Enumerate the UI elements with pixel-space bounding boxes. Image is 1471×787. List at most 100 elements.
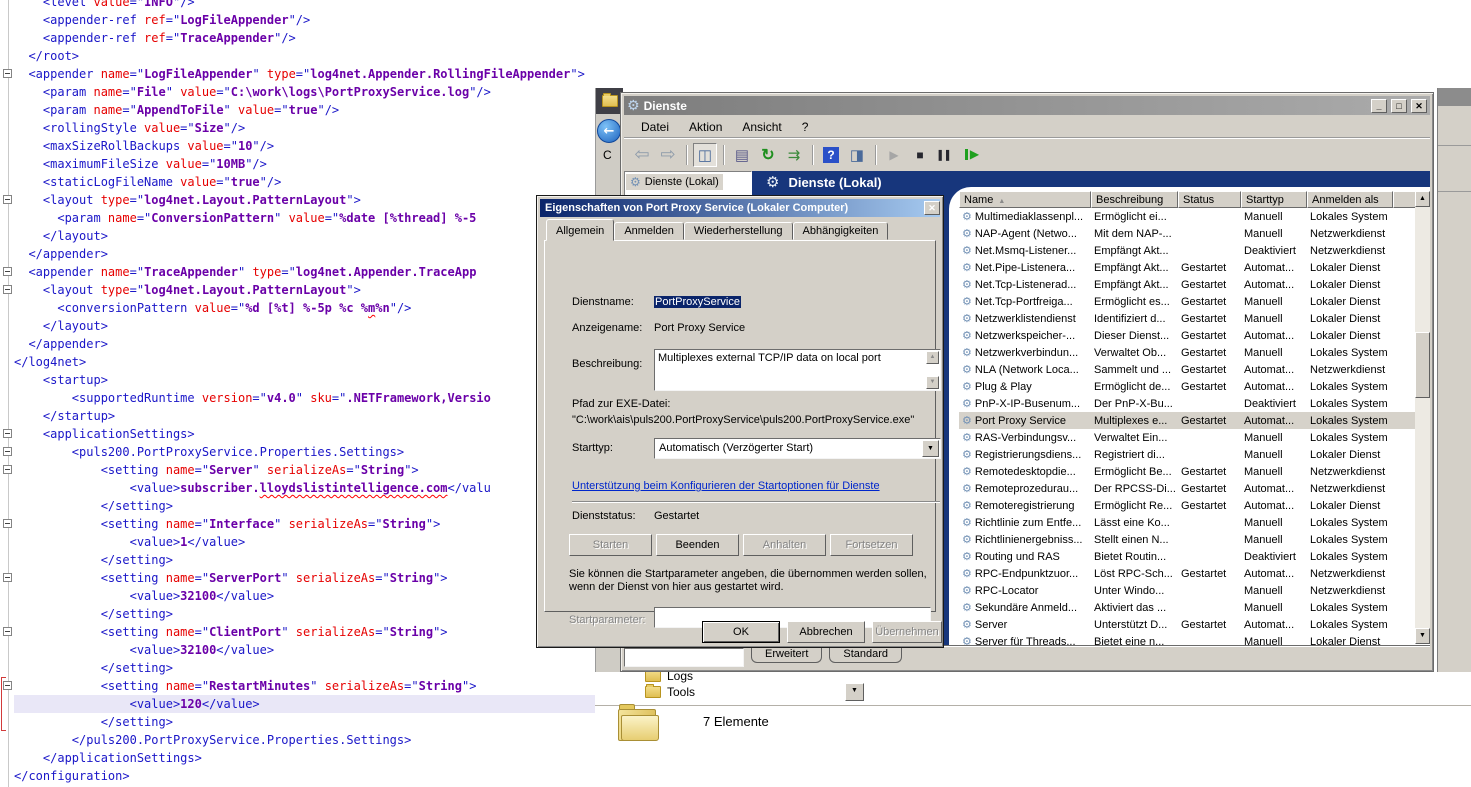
chevron-down-icon[interactable]: [922, 440, 939, 457]
fold-marker-icon[interactable]: [3, 429, 12, 438]
code-line[interactable]: <rollingStyle value="Size"/>: [14, 119, 595, 137]
code-line[interactable]: </startup>: [14, 407, 595, 425]
table-row[interactable]: ⚙Plug & PlayErmöglicht de...GestartetAut…: [959, 378, 1420, 395]
column-header-beschreibung[interactable]: Beschreibung: [1091, 191, 1178, 208]
code-line[interactable]: </appender>: [14, 335, 595, 353]
scroll-up-icon[interactable]: [926, 351, 939, 364]
table-row[interactable]: ⚙Routing und RASBietet Routin...Deaktivi…: [959, 548, 1420, 565]
tab-abhngigkeiten[interactable]: Abhängigkeiten: [793, 222, 889, 240]
tab-anmelden[interactable]: Anmelden: [614, 222, 684, 240]
table-row[interactable]: ⚙NAP-Agent (Netwo...Mit dem NAP-...Manue…: [959, 225, 1420, 242]
menu-item-aktion[interactable]: Aktion: [680, 118, 731, 136]
export-list-button[interactable]: ⇉: [782, 143, 806, 167]
code-line[interactable]: <appender name="TraceAppender" type="log…: [14, 263, 595, 281]
scrollbar-thumb[interactable]: [1415, 332, 1430, 398]
fold-marker-icon[interactable]: [3, 465, 12, 474]
table-row[interactable]: ⚙PnP-X-IP-Busenum...Der PnP-X-Bu...Deakt…: [959, 395, 1420, 412]
minimize-button[interactable]: [1371, 99, 1387, 113]
tree-item-dienste-lokal[interactable]: ⚙ Dienste (Lokal): [626, 174, 723, 190]
table-row[interactable]: ⚙Net.Pipe-Listenera...Empfängt Akt...Ges…: [959, 259, 1420, 276]
table-row[interactable]: ⚙ServerUnterstützt D...GestartetAutomat.…: [959, 616, 1420, 633]
code-line[interactable]: </appender>: [14, 245, 595, 263]
column-header-anmeldenals[interactable]: Anmelden als: [1307, 191, 1393, 208]
dialog-close-button[interactable]: [924, 201, 940, 215]
fold-marker-icon[interactable]: [3, 447, 12, 456]
code-line[interactable]: </configuration>: [14, 767, 595, 785]
code-line[interactable]: </puls200.PortProxyService.Properties.Se…: [14, 731, 595, 749]
code-line[interactable]: <startup>: [14, 371, 595, 389]
fold-marker-icon[interactable]: [3, 573, 12, 582]
code-line[interactable]: <setting name="Server" serializeAs="Stri…: [14, 461, 595, 479]
code-line[interactable]: </setting>: [14, 605, 595, 623]
table-row[interactable]: ⚙Port Proxy ServiceMultiplexes e...Gesta…: [959, 412, 1420, 429]
code-line[interactable]: </setting>: [14, 551, 595, 569]
vertical-scrollbar[interactable]: [1415, 191, 1430, 644]
forward-button[interactable]: ⇨: [656, 143, 680, 167]
code-line[interactable]: <value>32100</value>: [14, 587, 595, 605]
table-row[interactable]: ⚙Remoteprozedurau...Der RPCSS-Di...Gesta…: [959, 480, 1420, 497]
fold-marker-icon[interactable]: [3, 519, 12, 528]
view-tab-erweitert[interactable]: Erweitert: [751, 646, 822, 663]
ok-button[interactable]: OK: [702, 621, 780, 643]
code-line[interactable]: <puls200.PortProxyService.Properties.Set…: [14, 443, 595, 461]
table-row[interactable]: ⚙Multimediaklassenpl...Ermöglicht ei...M…: [959, 208, 1420, 225]
beschreibung-field[interactable]: Multiplexes external TCP/IP data on loca…: [654, 349, 941, 391]
tab-allgemein[interactable]: Allgemein: [546, 219, 614, 241]
table-row[interactable]: ⚙Netzwerkspeicher-...Dieser Dienst...Ges…: [959, 327, 1420, 344]
close-button[interactable]: [1411, 99, 1427, 113]
fold-marker-icon[interactable]: [3, 267, 12, 276]
abbrechen-button[interactable]: Abbrechen: [787, 621, 865, 643]
table-row[interactable]: ⚙NLA (Network Loca...Sammelt und ...Gest…: [959, 361, 1420, 378]
code-line[interactable]: <appender-ref ref="TraceAppender"/>: [14, 29, 595, 47]
fold-marker-icon[interactable]: [3, 681, 12, 690]
anhalten-button[interactable]: Anhalten: [743, 534, 826, 556]
back-button[interactable]: ⇦: [630, 143, 654, 167]
code-line[interactable]: <setting name="Interface" serializeAs="S…: [14, 515, 595, 533]
scroll-up-button[interactable]: [1415, 191, 1430, 207]
code-line[interactable]: <appender-ref ref="LogFileAppender"/>: [14, 11, 595, 29]
table-row[interactable]: ⚙Net.Msmq-Listener...Empfängt Akt...Deak…: [959, 242, 1420, 259]
services-titlebar[interactable]: ⚙ Dienste: [624, 96, 1430, 115]
code-line[interactable]: <maxSizeRollBackups value="10"/>: [14, 137, 595, 155]
code-line[interactable]: <setting name="ServerPort" serializeAs="…: [14, 569, 595, 587]
menu-item-datei[interactable]: Datei: [632, 118, 678, 136]
scroll-down-button[interactable]: [1415, 628, 1430, 644]
bottom-field[interactable]: [624, 648, 744, 667]
pause-service-button[interactable]: ▌▌: [934, 143, 958, 167]
startoptions-help-link[interactable]: Unterstützung beim Konfigurieren der Sta…: [572, 480, 880, 492]
table-row[interactable]: ⚙RPC-LocatorUnter Windo...ManuellNetzwer…: [959, 582, 1420, 599]
table-row[interactable]: ⚙NetzwerklistendienstIdentifiziert d...G…: [959, 310, 1420, 327]
fold-marker-icon[interactable]: [3, 195, 12, 204]
table-row[interactable]: ⚙RPC-Endpunktzuor...Löst RPC-Sch...Gesta…: [959, 565, 1420, 582]
code-line[interactable]: </layout>: [14, 317, 595, 335]
start-service-button[interactable]: ▶: [882, 143, 906, 167]
back-button[interactable]: [597, 119, 621, 143]
code-line[interactable]: </applicationSettings>: [14, 749, 595, 767]
menu-item-ansicht[interactable]: Ansicht: [733, 118, 790, 136]
code-line[interactable]: <param name="File" value="C:\work\logs\P…: [14, 83, 595, 101]
column-header-status[interactable]: Status: [1178, 191, 1241, 208]
list-item[interactable]: Logs: [645, 672, 695, 684]
show-console-tree-button[interactable]: ◫: [693, 143, 717, 167]
table-row[interactable]: ⚙Richtlinie zum Entfe...Lässt eine Ko...…: [959, 514, 1420, 531]
view-tab-standard[interactable]: Standard: [829, 646, 902, 663]
code-line[interactable]: </root>: [14, 47, 595, 65]
stop-service-button[interactable]: ■: [908, 143, 932, 167]
table-row[interactable]: ⚙RAS-Verbindungsv...Verwaltet Ein...Manu…: [959, 429, 1420, 446]
table-row[interactable]: ⚙Registrierungsdiens...Registriert di...…: [959, 446, 1420, 463]
code-line[interactable]: <level value="INFO"/>: [14, 0, 595, 11]
code-line[interactable]: <param name="AppendToFile" value="true"/…: [14, 101, 595, 119]
code-line[interactable]: </log4net>: [14, 353, 595, 371]
code-line[interactable]: <setting name="RestartMinutes" serialize…: [14, 677, 595, 695]
table-row[interactable]: ⚙Sekundäre Anmeld...Aktiviert das ...Man…: [959, 599, 1420, 616]
code-line[interactable]: <staticLogFileName value="true"/>: [14, 173, 595, 191]
code-line[interactable]: <value>120</value>: [14, 695, 595, 713]
restart-service-button[interactable]: ▶: [960, 143, 984, 167]
properties-button[interactable]: ▤: [730, 143, 754, 167]
code-line[interactable]: <layout type="log4net.Layout.PatternLayo…: [14, 191, 595, 209]
code-line[interactable]: </setting>: [14, 713, 595, 731]
code-line[interactable]: <value>32100</value>: [14, 641, 595, 659]
code-line[interactable]: <appender name="LogFileAppender" type="l…: [14, 65, 595, 83]
uebernehmen-button[interactable]: Übernehmen: [872, 621, 942, 643]
dialog-titlebar[interactable]: Eigenschaften von Port Proxy Service (Lo…: [540, 199, 940, 217]
